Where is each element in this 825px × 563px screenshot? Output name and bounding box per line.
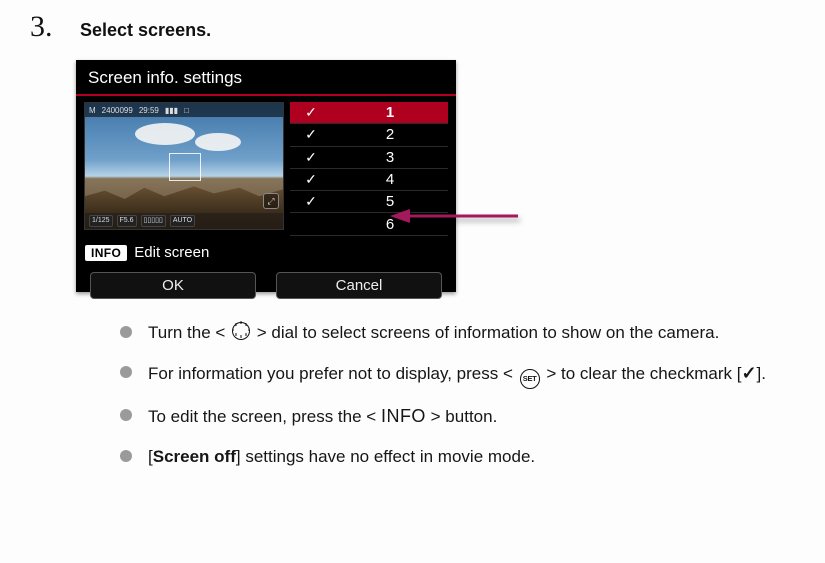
instruction-item: For information you prefer not to displa…	[120, 360, 795, 389]
screen-number: 1	[332, 104, 448, 121]
camera-screen-title: Screen info. settings	[76, 60, 456, 90]
checkmark-icon: ✓	[290, 149, 332, 166]
screen-list-item[interactable]: 6	[290, 213, 448, 235]
mode-indicator: M	[89, 106, 96, 115]
screen-number: 4	[332, 171, 448, 188]
screen-off-label: Screen off	[153, 447, 236, 466]
screen-list-item[interactable]: ✓ 5	[290, 191, 448, 213]
screen-list-item[interactable]: ✓ 1	[290, 102, 448, 124]
instruction-text: [Screen off] settings have no effect in …	[148, 444, 535, 470]
magnify-icon: ⤢	[263, 193, 279, 209]
set-icon: SET	[520, 369, 540, 389]
text-fragment: > button.	[426, 407, 497, 426]
step-title: Select screens.	[80, 20, 211, 41]
shutter-speed: 1/125	[89, 215, 113, 227]
bullet-icon	[120, 450, 132, 462]
camera-screen: Screen info. settings ⤢ M 2400099 29:59 …	[76, 60, 456, 292]
screen-number: 6	[332, 216, 448, 233]
dial-icon	[232, 322, 250, 340]
text-fragment: > to clear the checkmark [	[542, 364, 742, 383]
preview-top-overlay: M 2400099 29:59 ▮▮▮ □	[85, 103, 283, 117]
screen-list-item[interactable]: ✓ 2	[290, 124, 448, 146]
aperture: F5.6	[117, 215, 137, 227]
bullet-icon	[120, 326, 132, 338]
bullet-icon	[120, 366, 132, 378]
text-fragment: For information you prefer not to displa…	[148, 364, 518, 383]
checkmark-icon: ✓	[290, 104, 332, 121]
instruction-item: [Screen off] settings have no effect in …	[120, 444, 795, 470]
exposure-comp: ▯▯▯▯▯	[141, 215, 166, 227]
checkmark-icon: ✓	[290, 171, 332, 188]
step-number: 3.	[30, 10, 60, 44]
preview-cloud	[135, 123, 195, 145]
info-edit-hint: INFO Edit screen	[84, 244, 209, 262]
camera-button-row: OK Cancel	[76, 262, 456, 299]
bullet-icon	[120, 409, 132, 421]
screen-number: 3	[332, 149, 448, 166]
camera-body: ⤢ M 2400099 29:59 ▮▮▮ □ 1/125 F5.6 ▯▯▯▯▯…	[76, 102, 456, 236]
checkmark-icon: ✓	[290, 126, 332, 143]
screen-number: 5	[332, 193, 448, 210]
instruction-item: Turn the < > dial to select screens of i…	[120, 320, 795, 346]
step-header: 3. Select screens.	[30, 10, 795, 44]
divider	[76, 94, 456, 96]
text-fragment: Turn the <	[148, 323, 230, 342]
aux-icon: □	[184, 106, 189, 115]
text-fragment: > dial to select screens of information …	[252, 323, 719, 342]
checkmark-icon: ✓	[290, 193, 332, 210]
instruction-item: To edit the screen, press the < INFO > b…	[120, 403, 795, 430]
screen-list-item[interactable]: ✓ 3	[290, 147, 448, 169]
record-time: 29:59	[139, 106, 159, 115]
text-fragment: ] settings have no effect in movie mode.	[236, 447, 535, 466]
text-fragment: ].	[757, 364, 766, 383]
ok-button[interactable]: OK	[90, 272, 256, 299]
preview-cloud	[195, 133, 241, 151]
battery-icon: ▮▮▮	[165, 106, 178, 115]
edit-screen-label: Edit screen	[134, 244, 209, 261]
preview-thumbnail: ⤢ M 2400099 29:59 ▮▮▮ □ 1/125 F5.6 ▯▯▯▯▯…	[84, 102, 284, 230]
iso-auto: AUTO	[170, 215, 195, 227]
screen-list: ✓ 1 ✓ 2 ✓ 3 ✓ 4 ✓ 5	[290, 102, 448, 236]
checkmark-icon: ✓	[741, 363, 756, 383]
info-text-icon: INFO	[381, 406, 426, 426]
shots-remaining: 2400099	[102, 106, 133, 115]
info-badge: INFO	[84, 244, 128, 262]
instruction-text: To edit the screen, press the < INFO > b…	[148, 403, 497, 430]
screen-number: 2	[332, 126, 448, 143]
focus-box-icon	[169, 153, 201, 181]
screen-list-item[interactable]: ✓ 4	[290, 169, 448, 191]
text-fragment: To edit the screen, press the <	[148, 407, 381, 426]
instruction-text: Turn the < > dial to select screens of i…	[148, 320, 719, 346]
manual-page: 3. Select screens. Screen info. settings…	[0, 0, 825, 563]
instruction-text: For information you prefer not to displa…	[148, 360, 766, 389]
cancel-button[interactable]: Cancel	[276, 272, 442, 299]
preview-bottom-overlay: 1/125 F5.6 ▯▯▯▯▯ AUTO	[85, 213, 283, 229]
instruction-list: Turn the < > dial to select screens of i…	[120, 320, 795, 469]
